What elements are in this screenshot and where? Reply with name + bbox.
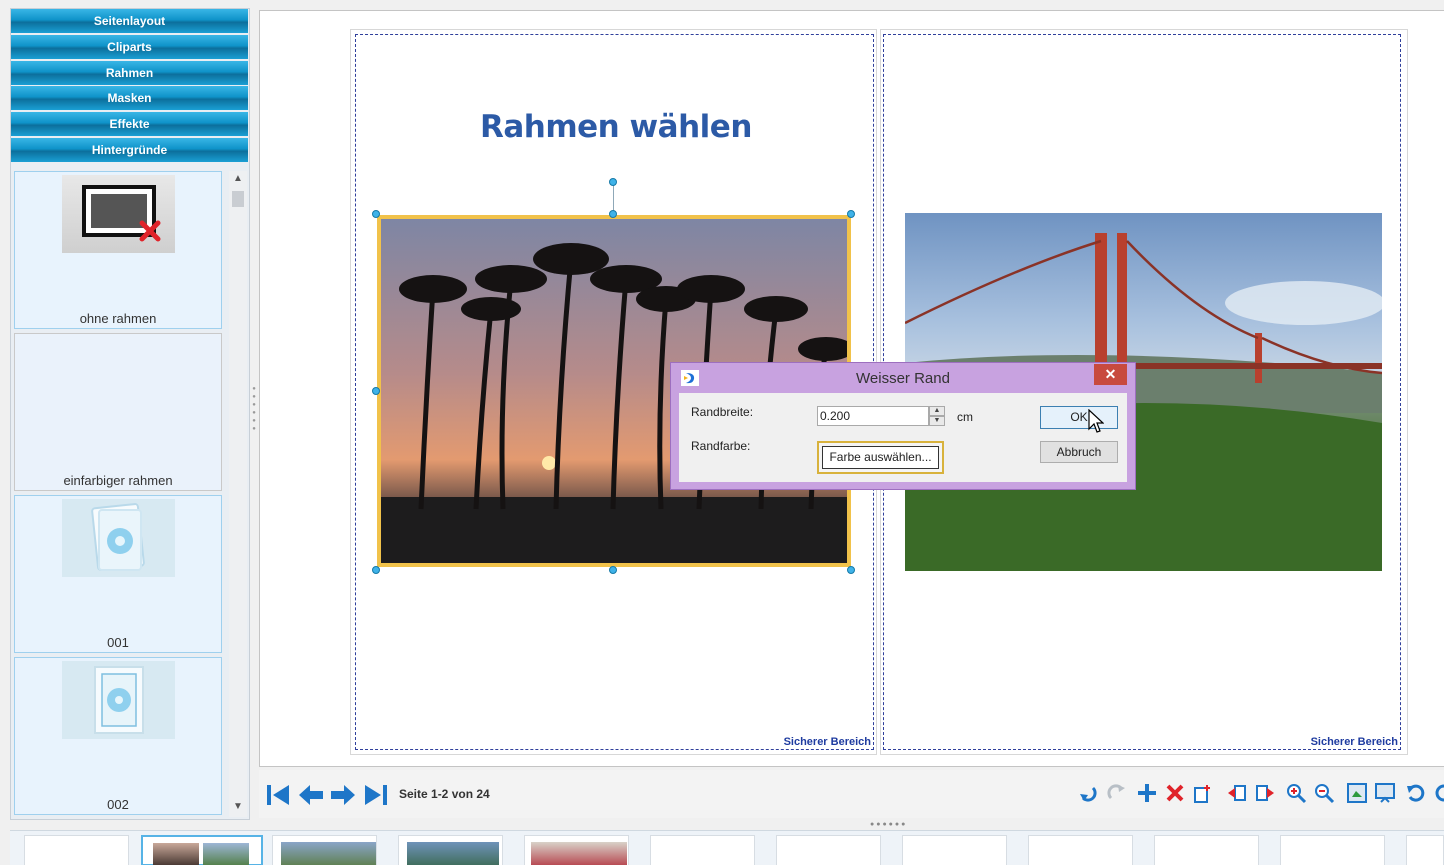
zoom-in-icon[interactable] <box>1285 782 1307 804</box>
choose-color-button[interactable]: Farbe auswählen... <box>817 441 944 474</box>
mouse-cursor-icon <box>1088 408 1105 435</box>
page-thumbnail[interactable] <box>524 835 629 865</box>
strip-splitter-handle[interactable]: ●●●●●● <box>870 821 907 828</box>
safe-area-label: Sicherer Bereich <box>783 736 871 748</box>
page-info: Seite 1-2 von 24 <box>399 787 490 801</box>
close-icon[interactable]: ✕ <box>1094 364 1127 385</box>
resize-handle-se[interactable] <box>847 566 855 574</box>
page-thumbnail[interactable] <box>902 835 1007 865</box>
resize-handle-sw[interactable] <box>372 566 380 574</box>
safe-area-label: Sicherer Bereich <box>1310 736 1398 748</box>
navigation-bar: Seite 1-2 von 24 <box>259 770 1444 818</box>
delete-icon[interactable] <box>1164 782 1186 804</box>
category-hintergruende-button[interactable]: Hintergründe <box>11 137 248 162</box>
scroll-thumb[interactable] <box>232 191 244 207</box>
dialog-title: Weisser Rand <box>856 370 950 387</box>
frame-002-thumbnail <box>62 661 175 739</box>
category-rahmen-button[interactable]: Rahmen <box>11 60 248 85</box>
resize-handle-w[interactable] <box>372 387 380 395</box>
randbreite-input[interactable]: 0.200 <box>817 406 929 426</box>
page-thumbnail-active[interactable] <box>141 835 263 865</box>
page-thumbnail[interactable] <box>1280 835 1385 865</box>
page-thumbnail[interactable] <box>272 835 377 865</box>
thumbnail-image <box>203 843 249 865</box>
resize-handle-s[interactable] <box>609 566 617 574</box>
thumbnail-image <box>153 843 199 865</box>
left-panel: Seitenlayout Cliparts Rahmen Masken Effe… <box>10 8 250 820</box>
frame-label: einfarbiger rahmen <box>63 473 173 488</box>
zoom-out-icon[interactable] <box>1313 782 1335 804</box>
page-thumbnail-strip <box>10 830 1444 865</box>
resize-handle-ne[interactable] <box>847 210 855 218</box>
resize-handle-n[interactable] <box>609 210 617 218</box>
spin-up-arrow-icon[interactable]: ▲ <box>929 406 945 416</box>
rotate-left-icon[interactable] <box>1077 782 1099 804</box>
frame-item-ohne-rahmen[interactable]: ohne rahmen <box>14 171 222 329</box>
page-thumbnail[interactable] <box>650 835 755 865</box>
category-effekte-button[interactable]: Effekte <box>11 112 248 137</box>
page-thumbnail[interactable] <box>1154 835 1259 865</box>
cancel-button[interactable]: Abbruch <box>1040 441 1118 463</box>
first-page-icon[interactable] <box>265 782 291 808</box>
frame-list-scrollbar[interactable]: ▲ ▼ <box>229 171 247 817</box>
choose-color-button-label: Farbe auswählen... <box>822 446 939 469</box>
resize-handle-nw[interactable] <box>372 210 380 218</box>
page-heading-text[interactable]: Rahmen wählen <box>480 109 752 145</box>
ok-button[interactable]: OK <box>1040 406 1118 429</box>
panel-splitter-handle[interactable]: ● ● ● ● ● ● <box>250 385 258 445</box>
next-page-icon[interactable] <box>330 782 356 808</box>
scroll-down-arrow-icon[interactable]: ▼ <box>229 801 247 815</box>
randbreite-label: Randbreite: <box>691 405 754 419</box>
no-frame-icon <box>62 175 175 253</box>
move-page-left-icon[interactable] <box>1226 782 1248 804</box>
page-thumbnail[interactable] <box>398 835 503 865</box>
frame-001-thumbnail <box>62 499 175 577</box>
dialog-titlebar[interactable]: Weisser Rand ✕ <box>671 363 1135 391</box>
move-page-right-icon[interactable] <box>1254 782 1276 804</box>
undo-icon[interactable] <box>1405 782 1427 804</box>
weisser-rand-dialog: Weisser Rand ✕ Randbreite: 0.200 ▲ ▼ cm … <box>670 362 1136 490</box>
presentation-icon[interactable] <box>1374 782 1396 804</box>
unit-label: cm <box>957 410 973 424</box>
more-tools-icon[interactable] <box>1433 782 1444 804</box>
thumbnail-image <box>281 842 376 865</box>
rotation-handle[interactable] <box>609 178 617 186</box>
page-thumbnail[interactable] <box>776 835 881 865</box>
scroll-up-arrow-icon[interactable]: ▲ <box>229 173 247 187</box>
category-masken-button[interactable]: Masken <box>11 86 248 111</box>
frame-list: ohne rahmen einfarbiger rahmen 001 002 <box>14 171 228 817</box>
thumbnail-image <box>531 842 627 865</box>
randfarbe-label: Randfarbe: <box>691 439 751 453</box>
frame-label: 002 <box>107 797 129 812</box>
frame-item-001[interactable]: 001 <box>14 495 222 653</box>
frame-label: ohne rahmen <box>79 311 157 326</box>
previous-page-icon[interactable] <box>298 782 324 808</box>
dialog-body: Randbreite: 0.200 ▲ ▼ cm Randfarbe: Farb… <box>679 393 1127 482</box>
fit-page-icon[interactable] <box>1346 782 1368 804</box>
redo-icon[interactable] <box>1105 782 1127 804</box>
frame-item-einfarbiger-rahmen[interactable]: einfarbiger rahmen <box>14 333 222 491</box>
thumbnail-image <box>407 842 499 865</box>
last-page-icon[interactable] <box>363 782 389 808</box>
category-cliparts-button[interactable]: Cliparts <box>11 34 248 59</box>
category-seitenlayout-button[interactable]: Seitenlayout <box>11 9 248 33</box>
frame-label: 001 <box>107 635 129 650</box>
frame-item-002[interactable]: 002 <box>14 657 222 815</box>
page-thumbnail[interactable] <box>24 835 129 865</box>
spin-down-arrow-icon[interactable]: ▼ <box>929 416 945 426</box>
page-thumbnail[interactable] <box>1028 835 1133 865</box>
page-thumbnail[interactable] <box>1406 835 1444 865</box>
insert-page-icon[interactable] <box>1192 782 1214 804</box>
add-icon[interactable] <box>1136 782 1158 804</box>
category-buttons: Seitenlayout Cliparts Rahmen Masken Effe… <box>11 9 249 162</box>
